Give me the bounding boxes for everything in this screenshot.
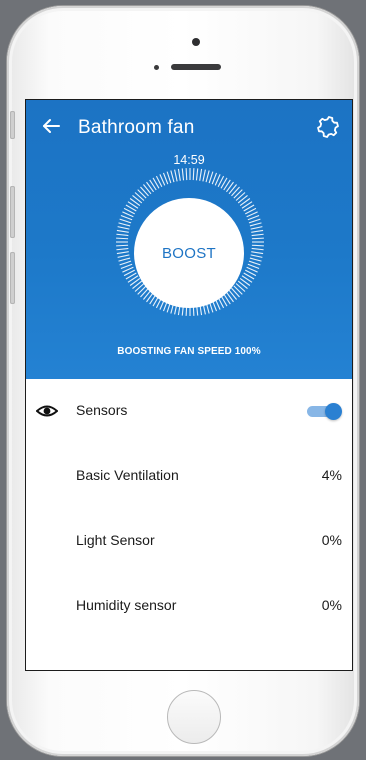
boost-status-text: BOOSTING FAN SPEED 100% [117, 346, 261, 357]
sensor-label: Basic Ventilation [76, 467, 179, 483]
sensor-row-light-sensor[interactable]: Light Sensor 0% [26, 520, 352, 560]
home-button[interactable] [167, 690, 221, 744]
back-arrow-icon[interactable] [40, 115, 62, 137]
volume-up-button [10, 186, 15, 238]
app-screen: Bathroom fan 14:59 BOOST BOOSTING FAN SP… [26, 100, 352, 670]
sensor-value: 0% [321, 597, 342, 613]
front-camera [192, 38, 200, 46]
eye-icon [36, 405, 58, 417]
sensors-toggle[interactable] [307, 403, 342, 420]
sensor-label: Humidity sensor [76, 597, 177, 613]
proximity-sensor [154, 65, 159, 70]
volume-down-button [10, 252, 15, 304]
earpiece-speaker [171, 64, 221, 70]
sensor-row-basic-ventilation[interactable]: Basic Ventilation 4% [26, 455, 352, 495]
sensors-row: Sensors [26, 390, 352, 430]
gear-icon[interactable] [316, 115, 340, 139]
boost-timer: 14:59 [173, 153, 205, 167]
sensor-row-humidity-sensor[interactable]: Humidity sensor 0% [26, 585, 352, 625]
boost-button[interactable]: BOOST [134, 198, 244, 308]
header-panel: Bathroom fan 14:59 BOOST BOOSTING FAN SP… [26, 100, 352, 379]
sensors-label: Sensors [76, 402, 128, 418]
toggle-knob [325, 403, 342, 420]
sensor-label: Light Sensor [76, 532, 155, 548]
page-title: Bathroom fan [78, 117, 195, 138]
sensor-value: 0% [321, 532, 342, 548]
sensor-value: 4% [321, 467, 342, 483]
silent-switch [10, 111, 15, 139]
